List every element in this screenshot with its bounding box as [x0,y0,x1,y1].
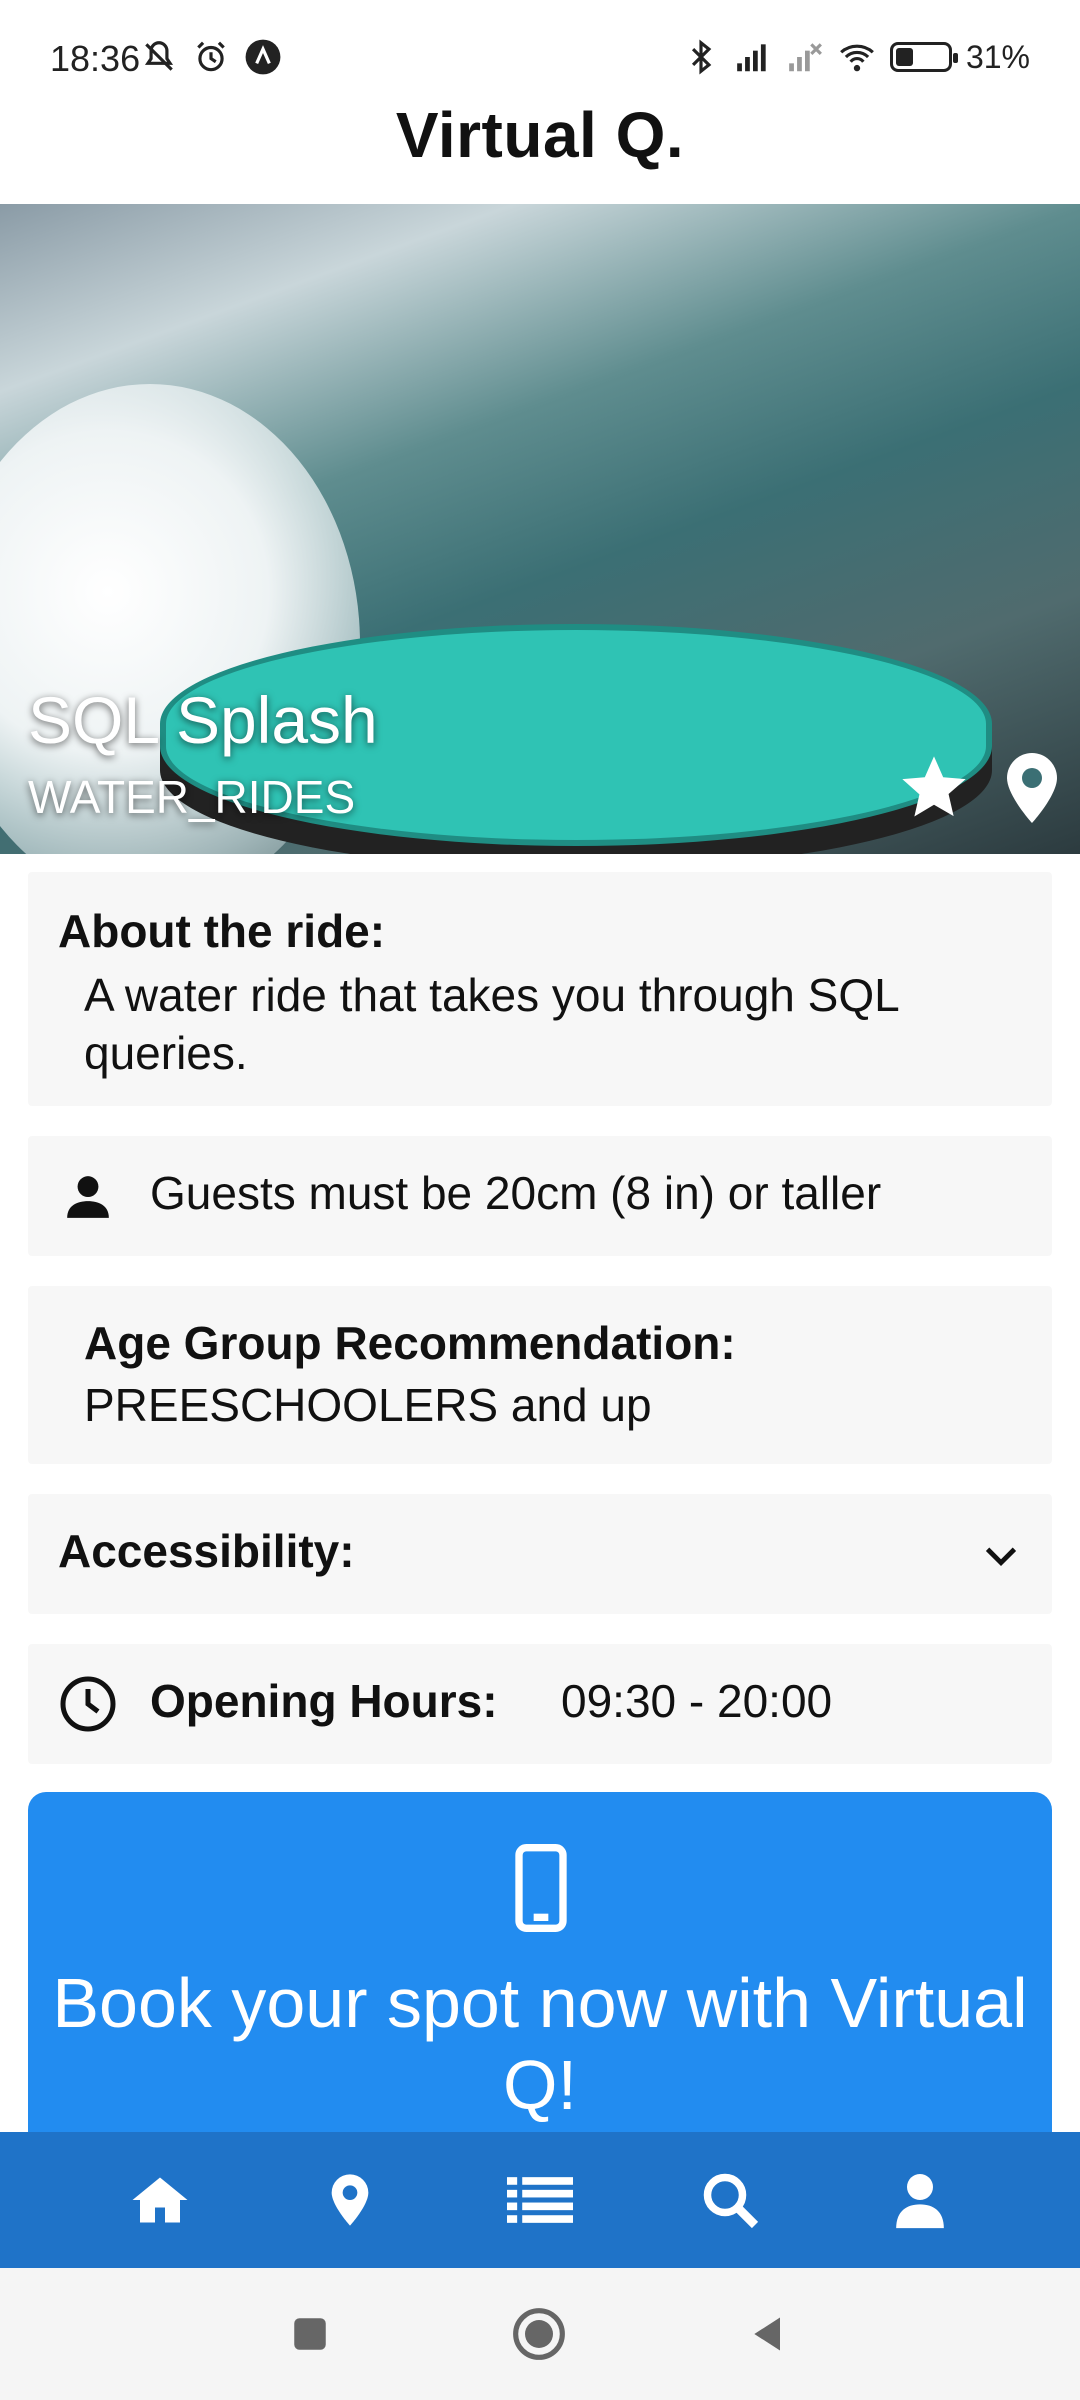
location-pin-icon[interactable] [1002,750,1062,826]
age-group-value: PREESCHOOLERS and up [84,1379,652,1431]
opening-hours-card: Opening Hours: 09:30 - 20:00 [28,1644,1052,1764]
clock-icon [60,1676,116,1732]
phone-icon [515,1844,567,1932]
status-time: 18:36 [50,38,141,79]
nav-location[interactable] [255,2132,445,2268]
app-bar: Virtual Q. [0,90,1080,202]
book-button[interactable]: Book your spot now with Virtual Q! [28,1792,1052,2132]
nav-list[interactable] [445,2132,635,2268]
system-nav [0,2268,1080,2400]
nav-profile[interactable] [825,2132,1015,2268]
location-icon [331,2174,369,2226]
ride-name: SQL Splash [28,683,378,757]
about-card: About the ride: A water ride that takes … [28,872,1052,1106]
age-group-label: Age Group Recommendation: [84,1317,736,1369]
signal-icon [737,44,766,72]
opening-hours-value: 09:30 - 20:00 [561,1675,833,1727]
home-icon [132,2177,188,2223]
status-left-icons [140,38,282,76]
battery-percent: 31% [965,38,1030,75]
recents-button[interactable] [289,2313,331,2355]
status-bar: 18:36 31% [0,0,1080,90]
app-title: Virtual Q. [395,99,685,171]
status-right-icons: 31% [682,38,1030,76]
nav-home[interactable] [65,2132,255,2268]
about-label: About the ride: [58,905,386,957]
favorite-star-icon[interactable] [896,750,972,826]
height-requirement-card: Guests must be 20cm (8 in) or taller [28,1136,1052,1256]
age-group-card: Age Group Recommendation: PREESCHOOLERS … [28,1286,1052,1464]
accessibility-label: Accessibility: [58,1525,355,1577]
back-button[interactable] [747,2312,791,2356]
nav-search[interactable] [635,2132,825,2268]
about-text: A water ride that takes you through SQL … [84,969,898,1079]
home-button[interactable] [511,2306,567,2362]
alarm-icon [197,41,225,72]
signal-off-icon [789,43,822,72]
hero-actions [896,750,1062,826]
book-text: Book your spot now with Virtual Q! [52,1964,1028,2124]
ride-hero-image: SQL Splash WATER_RIDES [0,204,1080,854]
bluetooth-icon [691,39,712,75]
person-icon [67,1176,109,1218]
ride-category: WATER_RIDES [28,771,356,823]
user-icon [896,2174,944,2229]
height-requirement-text: Guests must be 20cm (8 in) or taller [150,1167,882,1219]
wifi-icon [840,44,874,72]
battery-icon [889,42,958,72]
app-notification-icon [245,39,281,75]
search-icon [703,2173,759,2229]
bottom-nav [0,2132,1080,2268]
accessibility-card[interactable]: Accessibility: [28,1494,1052,1614]
mute-bell-icon [144,41,174,71]
opening-hours-label: Opening Hours: [150,1675,498,1727]
list-icon [507,2177,573,2223]
chevron-down-icon[interactable] [978,1532,1024,1578]
